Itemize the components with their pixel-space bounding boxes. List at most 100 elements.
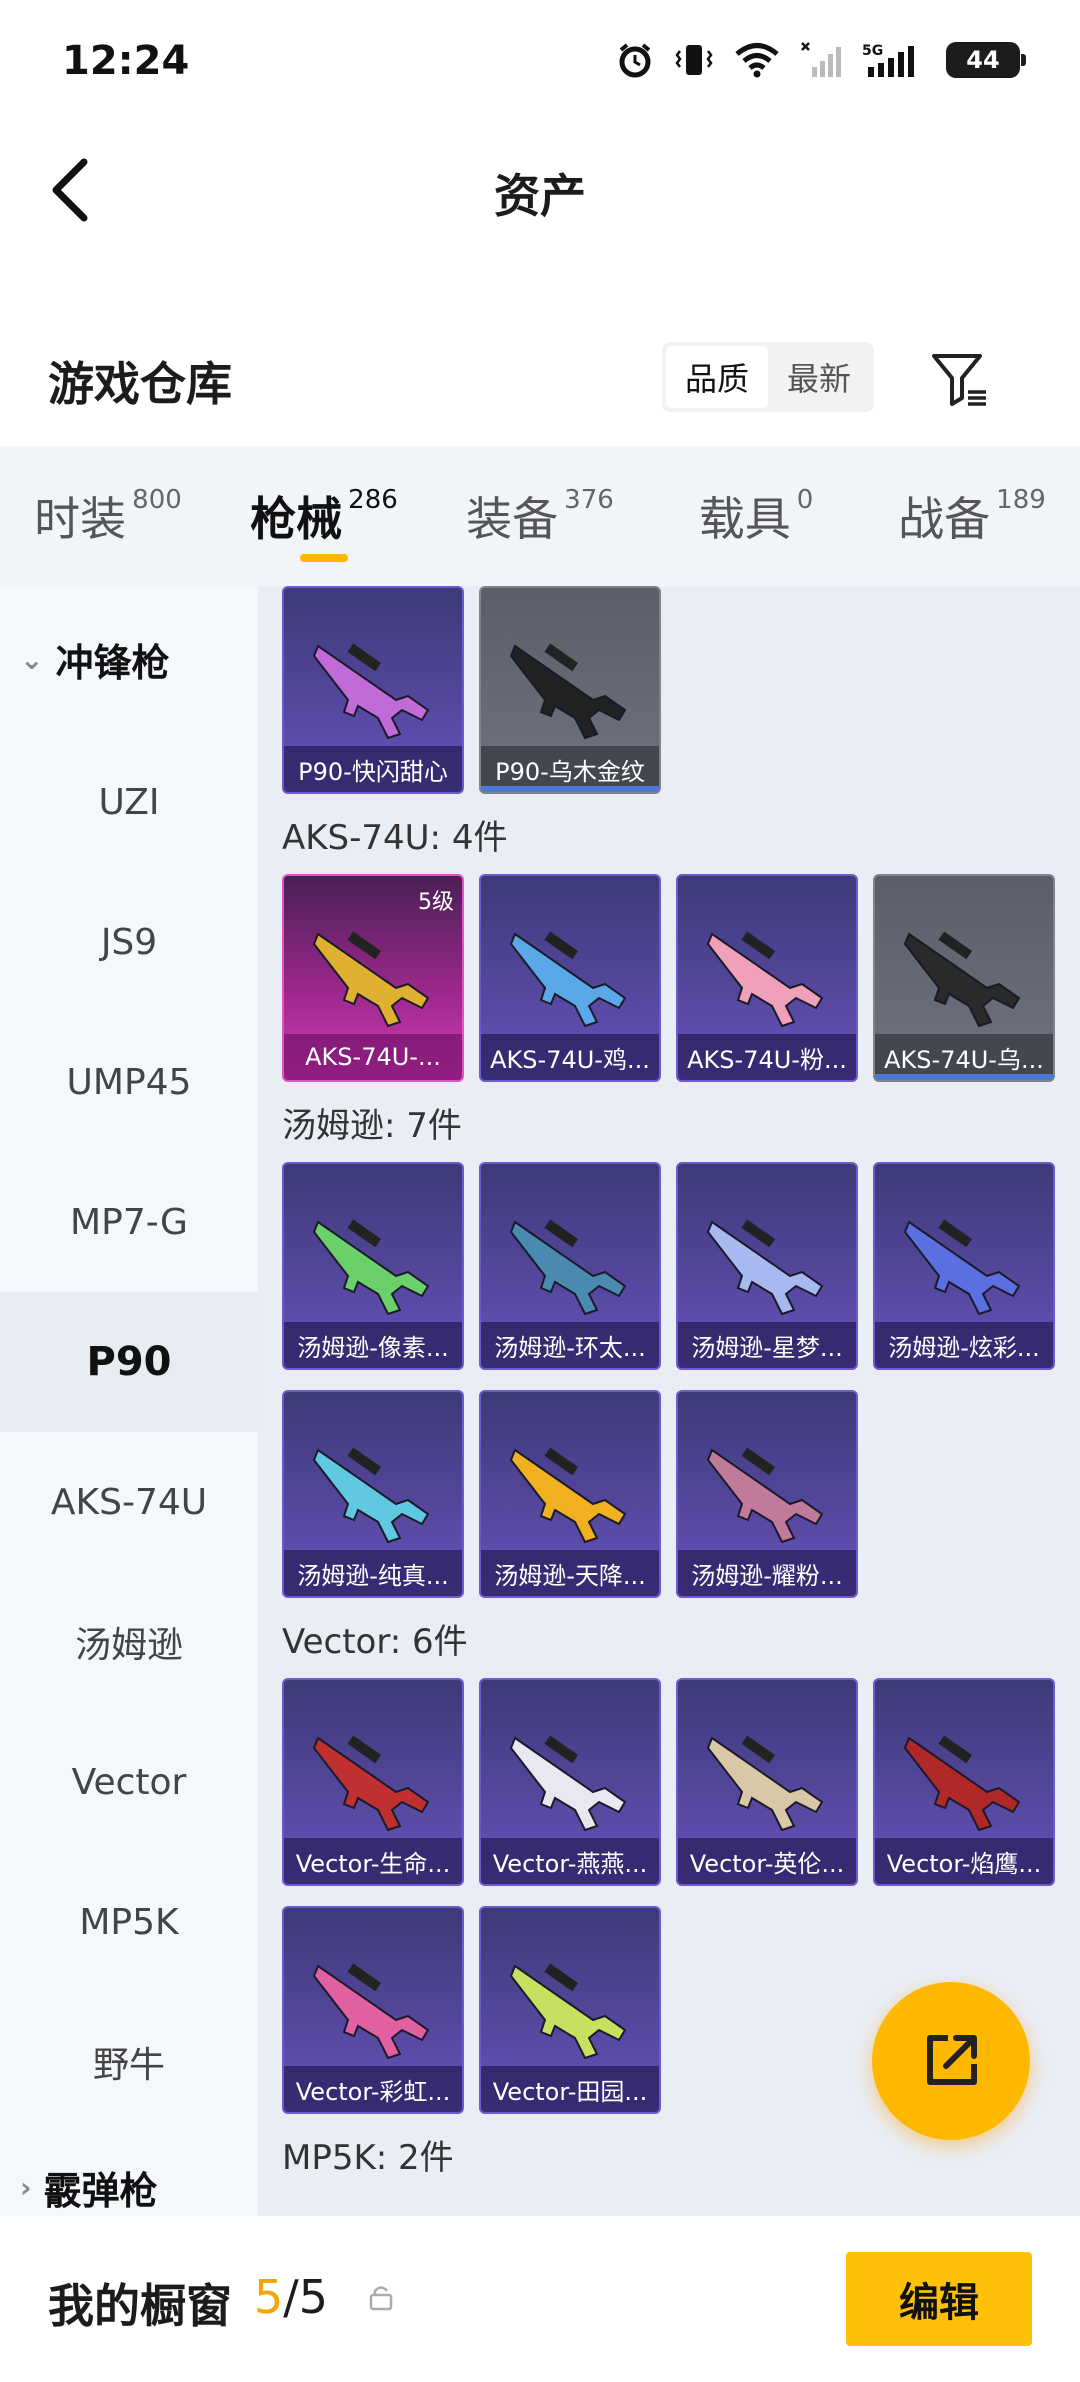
tab-label: 枪械 bbox=[250, 492, 343, 546]
tab-label: 时装 bbox=[34, 492, 127, 546]
skin-card[interactable]: 汤姆逊-炫彩... bbox=[873, 1162, 1055, 1370]
tab-firearms[interactable]: 枪械 286 bbox=[216, 446, 432, 586]
tab-fashion[interactable]: 时装 800 bbox=[0, 446, 216, 586]
skin-name: 汤姆逊-耀粉... bbox=[678, 1550, 856, 1596]
tab-count: 189 bbox=[996, 485, 1046, 515]
skin-card[interactable]: Vector-彩虹... bbox=[282, 1906, 464, 2114]
skin-card[interactable]: AKS-74U-粉... bbox=[676, 874, 858, 1082]
gun-skin-icon bbox=[698, 894, 838, 1034]
skin-card[interactable]: 汤姆逊-星梦... bbox=[676, 1162, 858, 1370]
tab-label: 装备 bbox=[466, 492, 559, 546]
sidebar-group-label: 霰弹枪 bbox=[43, 2168, 158, 2213]
tab-supplies[interactable]: 战备 189 bbox=[864, 446, 1080, 586]
my-window-label: 我的橱窗 bbox=[48, 2279, 232, 2333]
page-title: 资产 bbox=[494, 169, 586, 223]
filter-button[interactable] bbox=[924, 344, 994, 414]
chevron-down-icon: ⌄ bbox=[20, 642, 44, 676]
skin-card[interactable]: Vector-英伦... bbox=[676, 1678, 858, 1886]
gun-skin-icon bbox=[895, 1698, 1035, 1838]
skin-card[interactable]: Vector-田园... bbox=[479, 1906, 661, 2114]
bottom-bar: 我的橱窗 5/5 编辑 bbox=[0, 2216, 1080, 2382]
sidebar-item-mp5k[interactable]: MP5K bbox=[0, 1852, 258, 1992]
share-fab-button[interactable] bbox=[872, 1982, 1030, 2140]
gun-skin-icon bbox=[501, 1698, 641, 1838]
alarm-icon bbox=[616, 40, 654, 80]
gun-skin-icon bbox=[304, 606, 444, 746]
skin-name: Vector-彩虹... bbox=[284, 2066, 462, 2112]
skin-name: 汤姆逊-像素... bbox=[284, 1322, 462, 1368]
skin-card[interactable]: 汤姆逊-天降... bbox=[479, 1390, 661, 1598]
sidebar-item-thompson[interactable]: 汤姆逊 bbox=[0, 1572, 258, 1712]
sidebar-item-mp7g[interactable]: MP7-G bbox=[0, 1152, 258, 1292]
tab-equipment[interactable]: 装备 376 bbox=[432, 446, 648, 586]
window-total: 5 bbox=[298, 2270, 329, 2324]
sort-toggle: 品质 最新 bbox=[662, 342, 874, 412]
skin-name: AKS-74U-... bbox=[284, 1034, 462, 1080]
skin-name: 汤姆逊-天降... bbox=[481, 1550, 659, 1596]
skin-name: Vector-焰鹰... bbox=[875, 1838, 1053, 1884]
sidebar-item-vector[interactable]: Vector bbox=[0, 1712, 258, 1852]
level-badge: 5级 bbox=[418, 890, 454, 915]
window-count: 5/5 bbox=[254, 2270, 328, 2324]
gun-skin-icon bbox=[501, 1410, 641, 1550]
skin-card[interactable]: 汤姆逊-像素... bbox=[282, 1162, 464, 1370]
skin-card[interactable]: 汤姆逊-环太... bbox=[479, 1162, 661, 1370]
sidebar-item-js9[interactable]: JS9 bbox=[0, 872, 258, 1012]
skin-name: AKS-74U-粉... bbox=[678, 1034, 856, 1080]
gun-skin-icon bbox=[698, 1410, 838, 1550]
warehouse-title: 游戏仓库 bbox=[48, 357, 232, 411]
external-link-icon bbox=[927, 2035, 977, 2085]
sidebar-item-ump45[interactable]: UMP45 bbox=[0, 1012, 258, 1152]
sort-option-latest[interactable]: 最新 bbox=[768, 346, 870, 408]
skin-card[interactable]: 汤姆逊-纯真... bbox=[282, 1390, 464, 1598]
battery-icon: 44 bbox=[946, 42, 1026, 78]
edit-button[interactable]: 编辑 bbox=[846, 2252, 1032, 2346]
window-current: 5 bbox=[254, 2270, 284, 2324]
gun-skin-icon bbox=[501, 894, 641, 1034]
gun-skin-icon bbox=[304, 1926, 444, 2066]
skin-card[interactable]: 汤姆逊-耀粉... bbox=[676, 1390, 858, 1598]
skin-card[interactable]: Vector-焰鹰... bbox=[873, 1678, 1055, 1886]
skin-card[interactable]: AKS-74U-鸡... bbox=[479, 874, 661, 1082]
category-tabs: 时装 800 枪械 286 装备 376 载具 0 战备 189 bbox=[0, 446, 1080, 586]
skin-card[interactable]: AKS-74U-乌... bbox=[873, 874, 1055, 1082]
gun-skin-icon bbox=[501, 1182, 641, 1322]
sidebar-item-bizon[interactable]: 野牛 bbox=[0, 1992, 258, 2132]
skin-grid: 汤姆逊-像素... 汤姆逊-环太... 汤姆逊-星梦... 汤姆逊-炫彩... 汤姆逊-… bbox=[258, 1162, 1080, 1598]
skin-card[interactable]: Vector-生命... bbox=[282, 1678, 464, 1886]
sidebar-item-uzi[interactable]: UZI bbox=[0, 732, 258, 872]
skin-card[interactable]: Vector-燕燕... bbox=[479, 1678, 661, 1886]
skin-card[interactable]: P90-快闪甜心 bbox=[282, 586, 464, 794]
warehouse-header: 游戏仓库 品质 最新 bbox=[0, 320, 1080, 440]
sidebar-item-p90[interactable]: P90 bbox=[0, 1292, 258, 1432]
tab-vehicles[interactable]: 载具 0 bbox=[648, 446, 864, 586]
section-title: Vector: 6件 bbox=[282, 1621, 468, 1662]
skin-name: P90-快闪甜心 bbox=[284, 746, 462, 792]
skin-card[interactable]: 5级 AKS-74U-... bbox=[282, 874, 464, 1082]
skin-name: 汤姆逊-星梦... bbox=[678, 1322, 856, 1368]
gun-skin-icon bbox=[304, 1182, 444, 1322]
sidebar-group-smg[interactable]: ⌄ 冲锋枪 bbox=[0, 586, 258, 732]
gun-skin-icon bbox=[895, 1182, 1035, 1322]
tab-count: 800 bbox=[132, 485, 182, 515]
skin-name: AKS-74U-乌... bbox=[875, 1034, 1053, 1080]
signal-sim1-icon bbox=[800, 40, 842, 80]
skin-grid: 5级 AKS-74U-... AKS-74U-鸡... AKS-74U-粉... AKS… bbox=[258, 874, 1080, 1082]
sort-option-quality[interactable]: 品质 bbox=[666, 346, 768, 408]
skin-grid: P90-快闪甜心 P90-乌木金纹 bbox=[258, 586, 1080, 794]
skin-name: Vector-生命... bbox=[284, 1838, 462, 1884]
vibrate-icon bbox=[674, 40, 714, 80]
skin-name: Vector-英伦... bbox=[678, 1838, 856, 1884]
gun-skin-icon bbox=[304, 1698, 444, 1838]
skin-name: Vector-田园... bbox=[481, 2066, 659, 2112]
tab-label: 载具 bbox=[698, 492, 791, 546]
lock-icon bbox=[369, 2286, 393, 2311]
signal-5g-icon: 5G bbox=[862, 40, 926, 80]
tab-count: 376 bbox=[564, 485, 614, 515]
gun-skin-icon bbox=[698, 1698, 838, 1838]
skin-card[interactable]: P90-乌木金纹 bbox=[479, 586, 661, 794]
svg-text:5G: 5G bbox=[862, 43, 883, 59]
sidebar-group-shotgun[interactable]: › 霰弹枪 bbox=[0, 2132, 258, 2216]
chevron-right-icon: › bbox=[20, 2170, 32, 2204]
sidebar-item-aks74u[interactable]: AKS-74U bbox=[0, 1432, 258, 1572]
